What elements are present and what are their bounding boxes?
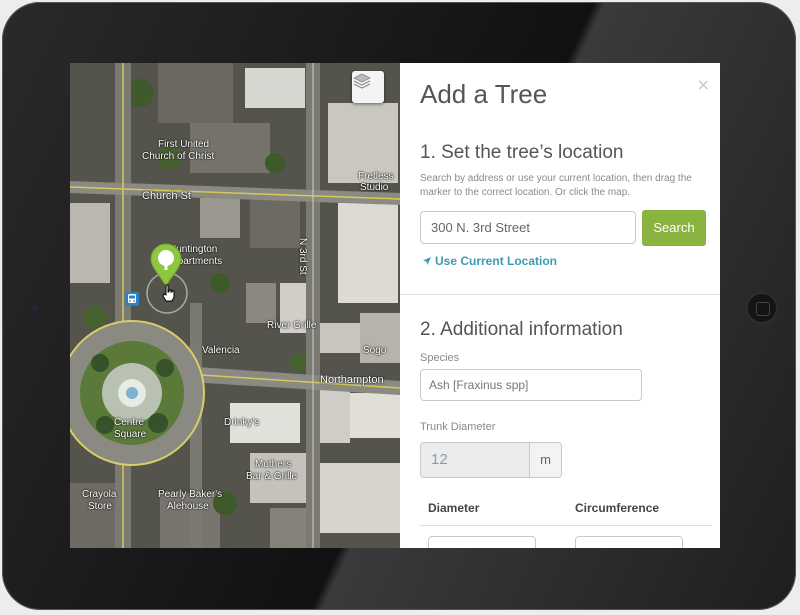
map-label: Studio [360, 182, 389, 193]
front-camera [32, 305, 38, 311]
map-label: Alehouse [167, 501, 209, 512]
map-label: Store [88, 501, 112, 512]
circumference-column-header: Circumference [575, 501, 660, 515]
map-label: Mothers [255, 459, 292, 470]
layers-button[interactable] [352, 71, 384, 103]
map-street-label: Northampton [320, 374, 384, 386]
map-label: Centre [114, 417, 145, 428]
trunk-diameter-label: Trunk Diameter [420, 421, 496, 433]
table-divider [420, 525, 712, 526]
diameter-input[interactable] [428, 536, 536, 548]
map-label: Crayola [82, 489, 117, 500]
bus-stop-icon [125, 292, 139, 306]
close-icon[interactable]: × [697, 75, 710, 94]
map-label: First United [158, 139, 210, 150]
panel-title: Add a Tree [420, 79, 548, 109]
circumference-input[interactable] [575, 536, 683, 548]
home-button[interactable] [746, 292, 778, 324]
map-label: Sogo [363, 345, 387, 356]
map-label: Valencia [202, 345, 240, 356]
species-label: Species [420, 352, 460, 364]
map-label: Square [114, 429, 147, 440]
map-label: Drinky's [224, 417, 260, 428]
tree-marker-icon[interactable] [148, 243, 184, 287]
add-tree-panel: × Add a Tree 1. Set the tree’s location … [400, 63, 720, 548]
trunk-unit-addon[interactable]: m [529, 442, 562, 478]
map-label: Fretless [358, 171, 394, 182]
location-help-text: Search by address or use your current lo… [420, 173, 692, 198]
satellite-imagery [70, 63, 400, 548]
trunk-diameter-input[interactable]: 12 [420, 442, 530, 478]
section-additional-heading: 2. Additional information [420, 319, 623, 340]
diameter-column-header: Diameter [428, 501, 480, 515]
map-street-label: Church St [142, 190, 191, 202]
address-input[interactable]: 300 N. 3rd Street [420, 211, 636, 244]
search-button[interactable]: Search [642, 210, 706, 246]
map-street-label: N 3rd St [297, 238, 308, 275]
map-label: Pearly Baker's [158, 489, 223, 500]
section-divider [400, 294, 720, 295]
map-label: Bar & Grille [246, 471, 298, 482]
hand-cursor-icon [162, 284, 176, 302]
app-screen: First United Church of Christ Church St … [70, 63, 720, 548]
location-arrow-icon [422, 255, 432, 269]
use-current-location-link[interactable]: Use Current Location [422, 254, 557, 269]
use-current-location-label: Use Current Location [435, 254, 558, 268]
section-location-heading: 1. Set the tree’s location [420, 142, 624, 163]
species-input[interactable]: Ash [Fraxinus spp] [420, 369, 642, 401]
map-view[interactable]: First United Church of Christ Church St … [70, 63, 400, 548]
map-label: Church of Christ [142, 151, 215, 162]
map-label: River Grille [267, 320, 317, 331]
